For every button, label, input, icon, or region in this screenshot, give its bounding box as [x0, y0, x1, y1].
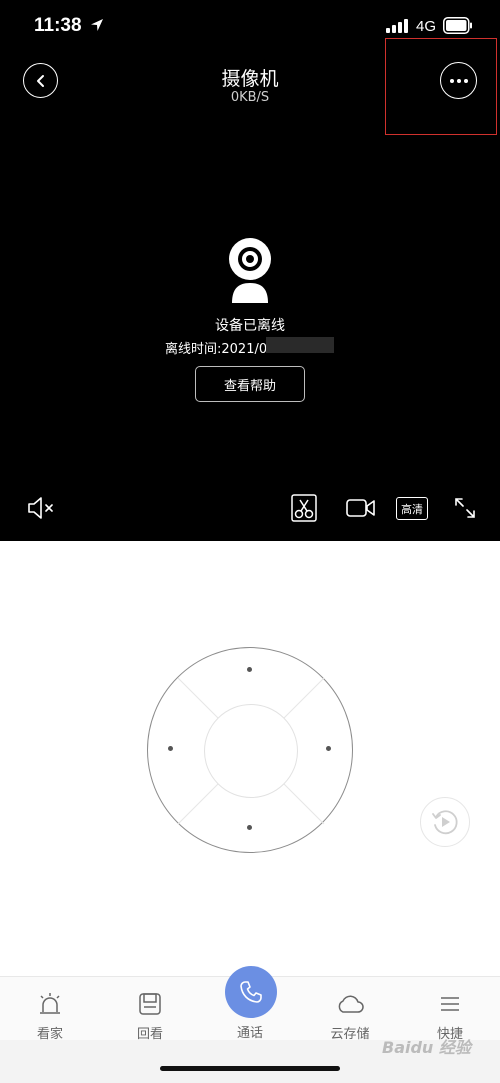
expand-icon [455, 498, 475, 518]
tab-cloud-storage[interactable]: 云存储 [310, 992, 390, 1042]
signal-icon [386, 19, 408, 33]
screenshot-button[interactable] [290, 494, 318, 522]
cloud-icon [338, 995, 364, 1013]
tab-playback[interactable]: 回看 [110, 992, 190, 1042]
ptz-reset-button[interactable] [420, 797, 470, 847]
offline-status: 设备已离线 [215, 318, 285, 334]
highlight-annotation [385, 38, 497, 135]
mute-button[interactable] [26, 494, 58, 522]
camera-device-icon [229, 238, 271, 303]
direction-right[interactable] [326, 746, 331, 751]
network-type: 4G [416, 18, 437, 35]
scissors-icon [291, 494, 317, 522]
fullscreen-button[interactable] [452, 494, 478, 522]
tab-home-watch[interactable]: 看家 [10, 992, 90, 1042]
joystick-center[interactable] [204, 704, 298, 798]
quality-button[interactable]: 高清 [396, 497, 428, 520]
home-indicator[interactable] [160, 1066, 340, 1071]
video-camera-icon [346, 499, 375, 517]
direction-down[interactable] [247, 825, 252, 830]
direction-left[interactable] [168, 746, 173, 751]
speaker-mute-icon [28, 497, 53, 519]
record-button[interactable] [345, 494, 377, 522]
alarm-icon [40, 993, 60, 1014]
offline-time: 离线时间:2021/0 [165, 342, 268, 357]
watermark: Baidu 经验 [382, 1038, 471, 1057]
call-button[interactable] [225, 966, 277, 1018]
redacted-block [266, 337, 334, 353]
menu-icon [441, 997, 459, 1011]
video-area[interactable]: 11:38 4G 摄像机 0KB/S 设备已离线 离线时间:2021/0 查看帮… [0, 0, 500, 541]
location-arrow-icon [91, 19, 103, 31]
ptz-joystick[interactable] [147, 647, 353, 853]
status-time: 11:38 [34, 15, 82, 36]
playback-icon [139, 993, 161, 1015]
help-button[interactable]: 查看帮助 [195, 366, 305, 402]
tab-label-call: 通话 [236, 1026, 263, 1041]
battery-icon [443, 17, 472, 34]
direction-up[interactable] [247, 667, 252, 672]
phone-icon [240, 981, 262, 1003]
rotate-play-icon [432, 810, 458, 835]
